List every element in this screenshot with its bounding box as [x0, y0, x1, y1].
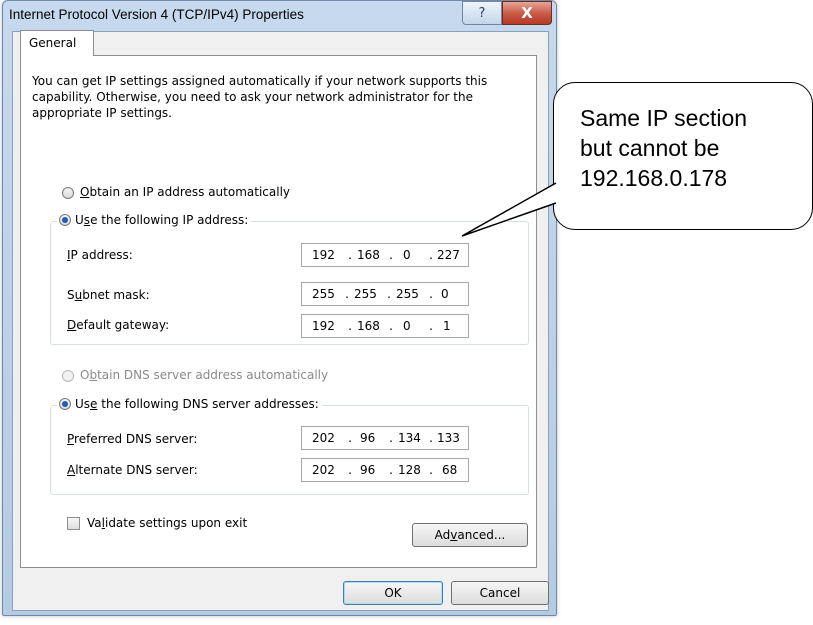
callout-line: 192.168.0.178 [580, 165, 728, 191]
octet: 255 [396, 287, 419, 301]
intro-text: You can get IP settings assigned automat… [32, 74, 488, 120]
dot-separator: . [389, 248, 393, 262]
octet: 192 [312, 248, 335, 262]
callout-line: Same IP section [580, 105, 748, 131]
dot-separator: . [389, 319, 393, 333]
use-following-ip-radio[interactable] [59, 214, 71, 226]
window-title: Internet Protocol Version 4 (TCP/IPv4) P… [9, 7, 304, 22]
use-following-dns-radio[interactable] [59, 398, 71, 410]
close-icon: X [521, 4, 533, 22]
octet: 255 [354, 287, 377, 301]
dot-separator: . [429, 463, 433, 477]
octet: 168 [357, 248, 380, 262]
preferred-dns-field[interactable]: 202 . 96 . 134 . 133 [301, 426, 469, 450]
cancel-button[interactable]: Cancel [451, 581, 549, 605]
obtain-dns-automatically-radio[interactable] [62, 370, 74, 382]
use-following-ip-label[interactable]: Use the following IP address: [75, 213, 248, 227]
ip-address-field[interactable]: 192 . 168 . 0 . 227 [301, 243, 469, 267]
octet: 255 [312, 287, 335, 301]
ok-button[interactable]: OK [343, 581, 443, 605]
ip-address-label: IP address: [67, 248, 133, 262]
use-following-dns-caption: Use the following DNS server addresses: [57, 397, 322, 411]
advanced-button[interactable]: Advanced... [412, 523, 528, 547]
octet: 128 [398, 463, 421, 477]
obtain-ip-automatically-label[interactable]: Obtain an IP address automatically [80, 185, 290, 199]
dot-separator: . [348, 319, 352, 333]
default-gateway-label: Default gateway: [67, 318, 170, 332]
dot-separator: . [348, 463, 352, 477]
octet: 192 [312, 319, 335, 333]
subnet-mask-label: Subnet mask: [67, 288, 150, 302]
octet: 68 [442, 463, 458, 477]
dot-separator: . [387, 287, 391, 301]
dot-separator: . [429, 287, 433, 301]
octet: 133 [437, 431, 460, 445]
tab-general-label: General [29, 36, 77, 50]
subnet-mask-field[interactable]: 255 . 255 . 255 . 0 [301, 282, 469, 306]
dot-separator: . [389, 463, 393, 477]
dot-separator: . [429, 319, 433, 333]
octet: 96 [360, 431, 376, 445]
octet: 0 [441, 287, 449, 301]
obtain-ip-automatically-radio[interactable] [62, 187, 74, 199]
octet: 227 [437, 248, 460, 262]
close-button[interactable]: X [502, 1, 552, 25]
validate-settings-checkbox[interactable] [67, 517, 80, 530]
obtain-dns-automatically-label[interactable]: Obtain DNS server address automatically [80, 368, 328, 382]
dot-separator: . [345, 287, 349, 301]
octet: 134 [398, 431, 421, 445]
octet: 202 [312, 431, 335, 445]
use-following-dns-label[interactable]: Use the following DNS server addresses: [75, 397, 319, 411]
dot-separator: . [389, 431, 393, 445]
dot-separator: . [348, 248, 352, 262]
dot-separator: . [429, 248, 433, 262]
use-following-ip-caption: Use the following IP address: [57, 213, 252, 227]
octet: 168 [357, 319, 380, 333]
octet: 96 [360, 463, 376, 477]
callout-line: but cannot be [580, 135, 720, 161]
tab-general[interactable]: General [20, 30, 94, 56]
alternate-dns-label: Alternate DNS server: [67, 463, 198, 477]
octet: 202 [312, 463, 335, 477]
octet: 1 [443, 319, 451, 333]
dot-separator: . [429, 431, 433, 445]
callout-text: Same IP section but cannot be 192.168.0.… [580, 103, 810, 193]
dot-separator: . [348, 431, 352, 445]
preferred-dns-label: Preferred DNS server: [67, 432, 198, 446]
help-icon: ? [478, 5, 486, 21]
octet: 0 [403, 248, 411, 262]
validate-settings-label[interactable]: Validate settings upon exit [87, 516, 247, 530]
alternate-dns-field[interactable]: 202 . 96 . 128 . 68 [301, 458, 469, 482]
octet: 0 [403, 319, 411, 333]
help-button[interactable]: ? [462, 1, 502, 25]
default-gateway-field[interactable]: 192 . 168 . 0 . 1 [301, 314, 469, 338]
